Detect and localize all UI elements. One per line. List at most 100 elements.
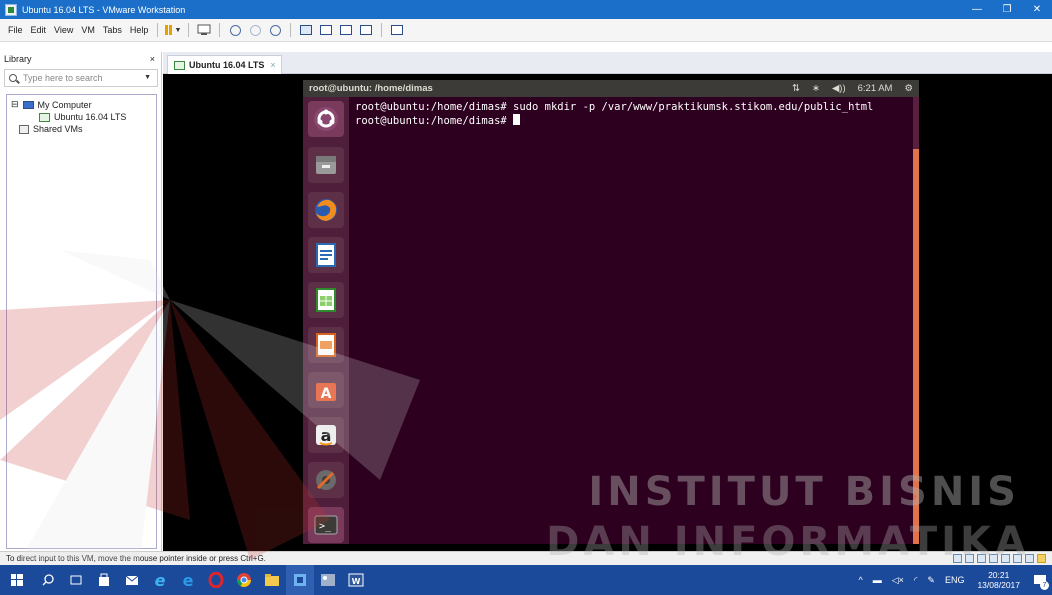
writer-button[interactable] [308, 237, 344, 273]
vm-icon [174, 60, 185, 70]
menu-tabs[interactable]: Tabs [99, 25, 126, 35]
amazon-button[interactable]: a [308, 417, 344, 453]
ubuntu-dash-icon [314, 107, 338, 131]
menu-bar: File Edit View VM Tabs Help ▼ [0, 19, 1052, 42]
battery-icon[interactable]: ▬ [873, 575, 882, 585]
svg-text:W: W [352, 577, 361, 586]
full-screen-button[interactable] [338, 22, 354, 38]
language-indicator[interactable]: ENG [945, 575, 965, 585]
tree-item-my-computer[interactable]: ⊟ My Computer [7, 99, 156, 111]
store-button[interactable] [90, 565, 118, 595]
library-close-button[interactable]: × [150, 54, 155, 64]
vm-console[interactable]: root@ubuntu: /home/dimas ⇅ ∗ ◀)) 6:21 AM… [163, 74, 1052, 551]
network-adapter-icon[interactable] [977, 554, 986, 563]
library-search-input[interactable]: Type here to search ▼ [4, 69, 158, 87]
volume-icon[interactable]: ◀)) [832, 83, 846, 94]
menu-view[interactable]: View [50, 25, 77, 35]
toolbar-separator [381, 23, 383, 37]
snapshot-button[interactable] [227, 22, 243, 38]
menu-edit[interactable]: Edit [27, 25, 51, 35]
toolbar-separator [290, 23, 292, 37]
chrome-button[interactable] [230, 565, 258, 595]
sound-card-icon[interactable] [1001, 554, 1010, 563]
search-button[interactable] [34, 565, 62, 595]
panel-clock[interactable]: 6:21 AM [858, 83, 893, 94]
svg-text:e: e [155, 572, 166, 588]
tree-item-label: Ubuntu 16.04 LTS [54, 112, 127, 122]
collapse-icon[interactable]: ⊟ [11, 100, 19, 109]
opera-icon [208, 572, 224, 588]
menu-vm[interactable]: VM [77, 25, 99, 35]
printer-icon[interactable] [1013, 554, 1022, 563]
opera-button[interactable] [202, 565, 230, 595]
word-button[interactable]: W [342, 565, 370, 595]
terminal-output[interactable]: root@ubuntu:/home/dimas# sudo mkdir -p /… [355, 101, 903, 127]
tree-item-shared-vms[interactable]: Shared VMs [7, 123, 156, 135]
mail-button[interactable] [118, 565, 146, 595]
chevron-up-icon[interactable]: ^ [858, 575, 862, 585]
wifi-icon[interactable]: ◜ [914, 575, 918, 586]
show-library-button[interactable] [298, 22, 314, 38]
bluetooth-icon[interactable]: ∗ [812, 83, 820, 94]
windows-start-icon [11, 574, 23, 586]
task-view-button[interactable] [62, 565, 90, 595]
store-icon [99, 573, 109, 586]
start-button[interactable] [0, 565, 34, 595]
restore-button[interactable]: ❐ [992, 0, 1022, 19]
pen-icon[interactable]: ✎ [927, 575, 935, 586]
chevron-down-icon[interactable]: ▼ [144, 74, 151, 81]
device-status-icons [953, 554, 1046, 563]
word-icon: W [348, 573, 364, 587]
snapshot-manager-button[interactable] [267, 22, 283, 38]
ie-icon: e [183, 572, 194, 588]
revert-snapshot-button[interactable] [247, 22, 263, 38]
svg-text:e: e [183, 572, 194, 588]
volume-icon[interactable]: ◁× [892, 575, 904, 586]
settings-icon[interactable]: ⚙ [904, 83, 913, 94]
send-ctrl-alt-del-button[interactable] [196, 22, 212, 38]
impress-button[interactable] [308, 327, 344, 363]
display-icon[interactable] [1025, 554, 1034, 563]
vmware-workstation-window: { "window": { "title": "Ubuntu 16.04 LTS… [0, 0, 1052, 595]
photos-button[interactable] [314, 565, 342, 595]
tab-ubuntu-16-04[interactable]: Ubuntu 16.04 LTS × [167, 55, 282, 74]
thumbnail-bar-button[interactable] [318, 22, 334, 38]
library-panel: Library × Type here to search ▼ ⊟ My Com… [0, 52, 162, 551]
file-explorer-button[interactable] [258, 565, 286, 595]
terminal-button[interactable]: >_ [308, 507, 344, 543]
hard-disk-icon[interactable] [953, 554, 962, 563]
terminal-scrollbar[interactable] [913, 97, 919, 544]
calc-button[interactable] [308, 282, 344, 318]
usb-controller-icon[interactable] [989, 554, 998, 563]
network-icon[interactable]: ⇅ [792, 83, 800, 94]
software-center-button[interactable]: A [308, 372, 344, 408]
menu-file[interactable]: File [4, 25, 27, 35]
menu-help[interactable]: Help [126, 25, 153, 35]
internet-explorer-button[interactable]: e [174, 565, 202, 595]
notification-center-button[interactable]: 7 [1028, 565, 1052, 595]
system-settings-button[interactable] [308, 462, 344, 498]
tab-label: Ubuntu 16.04 LTS [189, 60, 265, 70]
tree-item-ubuntu-vm[interactable]: Ubuntu 16.04 LTS [7, 111, 156, 123]
cd-dvd-icon[interactable] [965, 554, 974, 563]
console-view-button[interactable] [389, 22, 405, 38]
vmware-taskbar-button[interactable] [286, 565, 314, 595]
taskbar-clock[interactable]: 20:21 13/08/2017 [977, 570, 1020, 590]
search-icon [42, 574, 54, 586]
terminal-scrollbar-thumb[interactable] [913, 149, 919, 544]
pause-button[interactable]: ▼ [165, 22, 181, 38]
unity-button[interactable] [358, 22, 374, 38]
ubuntu-dash-button[interactable] [308, 101, 344, 137]
firefox-button[interactable] [308, 192, 344, 228]
files-button[interactable] [308, 147, 344, 183]
terminal-window[interactable]: root@ubuntu:/home/dimas# sudo mkdir -p /… [349, 97, 919, 544]
full-screen-icon [340, 25, 353, 35]
minimize-button[interactable]: — [962, 0, 992, 19]
message-log-icon[interactable] [1037, 554, 1046, 563]
toolbar-separator [219, 23, 221, 37]
system-tray: ^ ▬ ◁× ◜ ✎ ENG 20:21 13/08/2017 7 [853, 565, 1052, 595]
svg-text:>_: >_ [319, 521, 332, 532]
edge-button[interactable]: e [146, 565, 174, 595]
close-icon[interactable]: × [270, 60, 275, 70]
close-button[interactable]: ✕ [1022, 0, 1052, 19]
